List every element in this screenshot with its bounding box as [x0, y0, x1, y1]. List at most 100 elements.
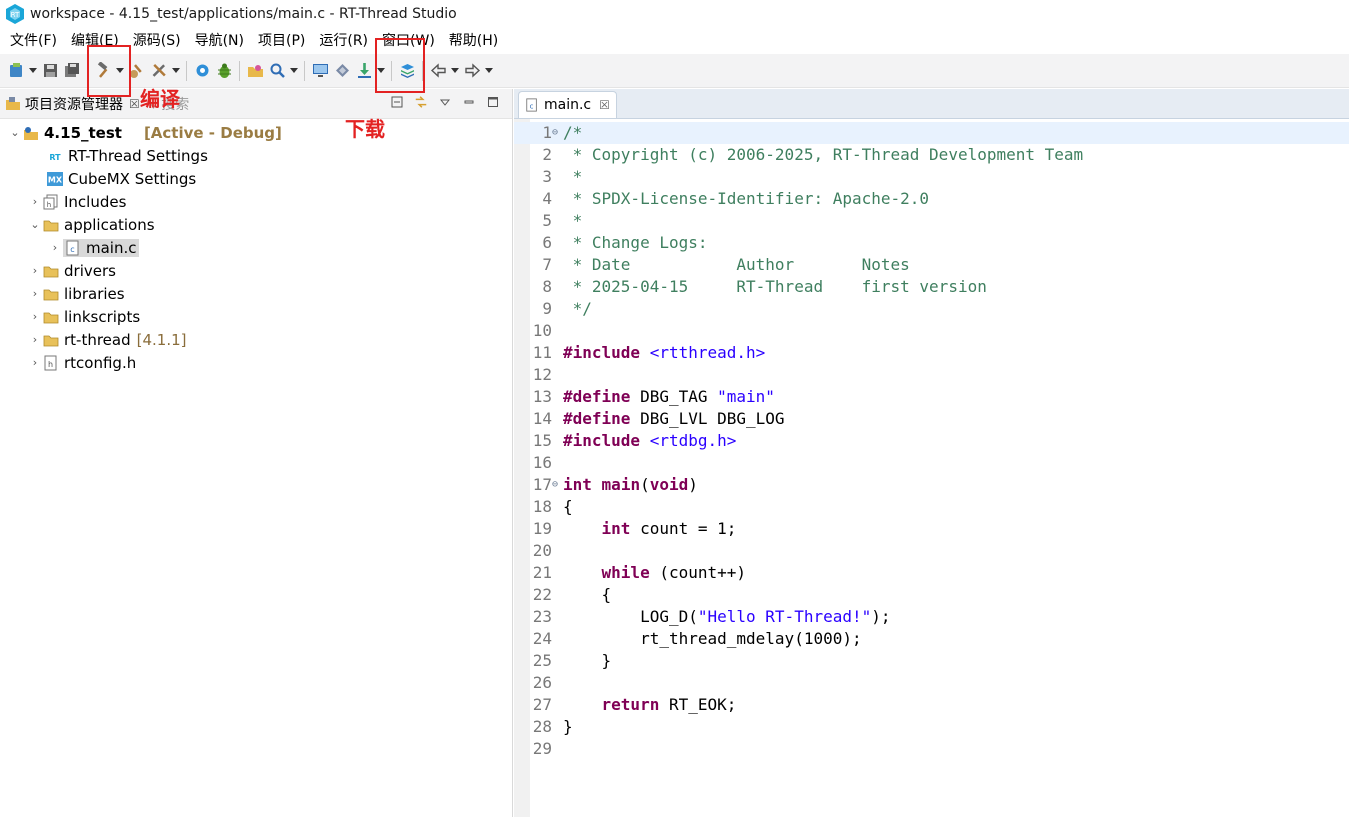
close-tab-icon[interactable]: ☒	[599, 98, 610, 112]
tab-main-c[interactable]: c main.c ☒	[518, 91, 617, 118]
tree-item-rt-thread[interactable]: › rt-thread [4.1.1]	[0, 328, 512, 351]
code-line[interactable]: 2 * Copyright (c) 2006-2025, RT-Thread D…	[514, 144, 1349, 166]
save-button[interactable]	[39, 59, 61, 83]
code-area[interactable]: 1 ⊖/* 2 * Copyright (c) 2006-2025, RT-Thre…	[514, 119, 1349, 817]
h-file-icon: h	[43, 355, 59, 371]
tree-item-applications[interactable]: ⌄ applications	[0, 213, 512, 236]
code-line[interactable]: 16	[514, 452, 1349, 474]
code-text: #include <rtdbg.h>	[563, 430, 736, 452]
menu-source[interactable]: 源码(S)	[126, 30, 188, 52]
code-line[interactable]: 21 while (count++)	[514, 562, 1349, 584]
tree-item-project[interactable]: ⌄ 4.15_test [Active - Debug]	[0, 121, 512, 144]
menu-run[interactable]: 运行(R)	[312, 30, 375, 52]
menu-file[interactable]: 文件(F)	[3, 30, 64, 52]
code-line[interactable]: 11 #include <rtthread.h>	[514, 342, 1349, 364]
code-line[interactable]: 19 int count = 1;	[514, 518, 1349, 540]
tree-item-libraries[interactable]: › libraries	[0, 282, 512, 305]
menu-project[interactable]: 项目(P)	[251, 30, 312, 52]
code-line[interactable]: 18 {	[514, 496, 1349, 518]
download-annotation-label: 下载	[345, 117, 385, 141]
forward-button[interactable]	[461, 59, 483, 83]
code-line[interactable]: 29	[514, 738, 1349, 760]
code-line[interactable]: 20	[514, 540, 1349, 562]
open-button[interactable]	[244, 59, 266, 83]
terminal-button[interactable]	[309, 59, 331, 83]
menu-navigate[interactable]: 导航(N)	[188, 30, 251, 52]
code-line[interactable]: 22 {	[514, 584, 1349, 606]
search-dropdown[interactable]	[288, 59, 300, 83]
code-text: int main(void)	[563, 474, 698, 496]
forward-dropdown[interactable]	[483, 59, 495, 83]
code-line[interactable]: 6 * Change Logs:	[514, 232, 1349, 254]
folder-icon	[43, 263, 59, 279]
monitor-icon	[312, 64, 328, 77]
code-line[interactable]: 17 ⊖ int main(void)	[514, 474, 1349, 496]
code-line[interactable]: 8 * 2025-04-15 RT-Thread first version	[514, 276, 1349, 298]
expanded-chevron-icon[interactable]: ⌄	[27, 217, 43, 233]
collapsed-chevron-icon[interactable]: ›	[27, 194, 43, 210]
collapsed-chevron-icon[interactable]: ›	[27, 309, 43, 325]
collapsed-chevron-icon[interactable]: ›	[47, 240, 63, 256]
close-icon[interactable]: ☒	[129, 97, 140, 111]
code-line[interactable]: 26	[514, 672, 1349, 694]
save-all-button[interactable]	[61, 59, 83, 83]
chip-button[interactable]	[331, 59, 353, 83]
collapse-all-icon[interactable]	[390, 95, 404, 109]
collapsed-chevron-icon[interactable]: ›	[27, 286, 43, 302]
tree-item-rt-settings[interactable]: RT RT-Thread Settings	[0, 144, 512, 167]
expanded-chevron-icon[interactable]: ⌄	[7, 125, 23, 141]
code-line[interactable]: 14 #define DBG_LVL DBG_LOG	[514, 408, 1349, 430]
tools-dropdown[interactable]	[170, 59, 182, 83]
fold-toggle-icon[interactable]: ⊖	[552, 474, 558, 496]
view-menu-icon[interactable]	[438, 95, 452, 109]
code-line[interactable]: 24 rt_thread_mdelay(1000);	[514, 628, 1349, 650]
svg-text:RT: RT	[11, 11, 20, 19]
code-line[interactable]: 27 return RT_EOK;	[514, 694, 1349, 716]
menu-help[interactable]: 帮助(H)	[442, 30, 505, 52]
tree-item-includes[interactable]: › h Includes	[0, 190, 512, 213]
download-icon	[357, 63, 371, 78]
code-line[interactable]: 5 *	[514, 210, 1349, 232]
debug-button[interactable]	[213, 59, 235, 83]
code-token: int	[563, 475, 592, 494]
selected-item[interactable]: c main.c	[63, 238, 139, 257]
tree-item-linkscripts[interactable]: › linkscripts	[0, 305, 512, 328]
code-line[interactable]: 4 * SPDX-License-Identifier: Apache-2.0	[514, 188, 1349, 210]
main-toolbar	[0, 54, 1349, 88]
fold-toggle-icon[interactable]: ⊖	[552, 122, 558, 144]
line-number: 9	[542, 299, 552, 318]
settings-button[interactable]	[191, 59, 213, 83]
collapsed-chevron-icon[interactable]: ›	[27, 332, 43, 348]
maximize-icon[interactable]	[486, 95, 500, 109]
code-line[interactable]: 1 ⊖ /*	[514, 122, 1349, 144]
collapsed-chevron-icon[interactable]: ›	[27, 263, 43, 279]
tree-item-main-c[interactable]: › c main.c	[0, 236, 512, 259]
code-line[interactable]: 3 *	[514, 166, 1349, 188]
code-line[interactable]: 12	[514, 364, 1349, 386]
code-line[interactable]: 15 #include <rtdbg.h>	[514, 430, 1349, 452]
new-button[interactable]	[5, 59, 27, 83]
code-line[interactable]: 25 }	[514, 650, 1349, 672]
code-token: (	[640, 475, 650, 494]
code-line[interactable]: 13 #define DBG_TAG "main"	[514, 386, 1349, 408]
code-token: #define	[563, 409, 631, 428]
code-line[interactable]: 7 * Date Author Notes	[514, 254, 1349, 276]
code-line[interactable]: 10	[514, 320, 1349, 342]
link-editor-icon[interactable]	[414, 95, 428, 109]
code-line[interactable]: 28}	[514, 716, 1349, 738]
tree-item-drivers[interactable]: › drivers	[0, 259, 512, 282]
tree-item-cubemx[interactable]: MX CubeMX Settings	[0, 167, 512, 190]
tree-item-rtconfig-h[interactable]: › h rtconfig.h	[0, 351, 512, 374]
collapsed-chevron-icon[interactable]: ›	[27, 355, 43, 371]
minimize-icon[interactable]	[462, 95, 476, 109]
code-line[interactable]: 23 LOG_D("Hello RT-Thread!");	[514, 606, 1349, 628]
new-dropdown[interactable]	[27, 59, 39, 83]
code-line[interactable]: 9 */	[514, 298, 1349, 320]
back-button[interactable]	[427, 59, 449, 83]
tools-button[interactable]	[148, 59, 170, 83]
build-annotation-label: 编译	[140, 87, 180, 111]
back-dropdown[interactable]	[449, 59, 461, 83]
download-button[interactable]	[353, 59, 375, 83]
search-button[interactable]	[266, 59, 288, 83]
code-lines: 1 ⊖/* 2 * Copyright (c) 2006-2025, RT-Thre…	[514, 122, 1349, 760]
